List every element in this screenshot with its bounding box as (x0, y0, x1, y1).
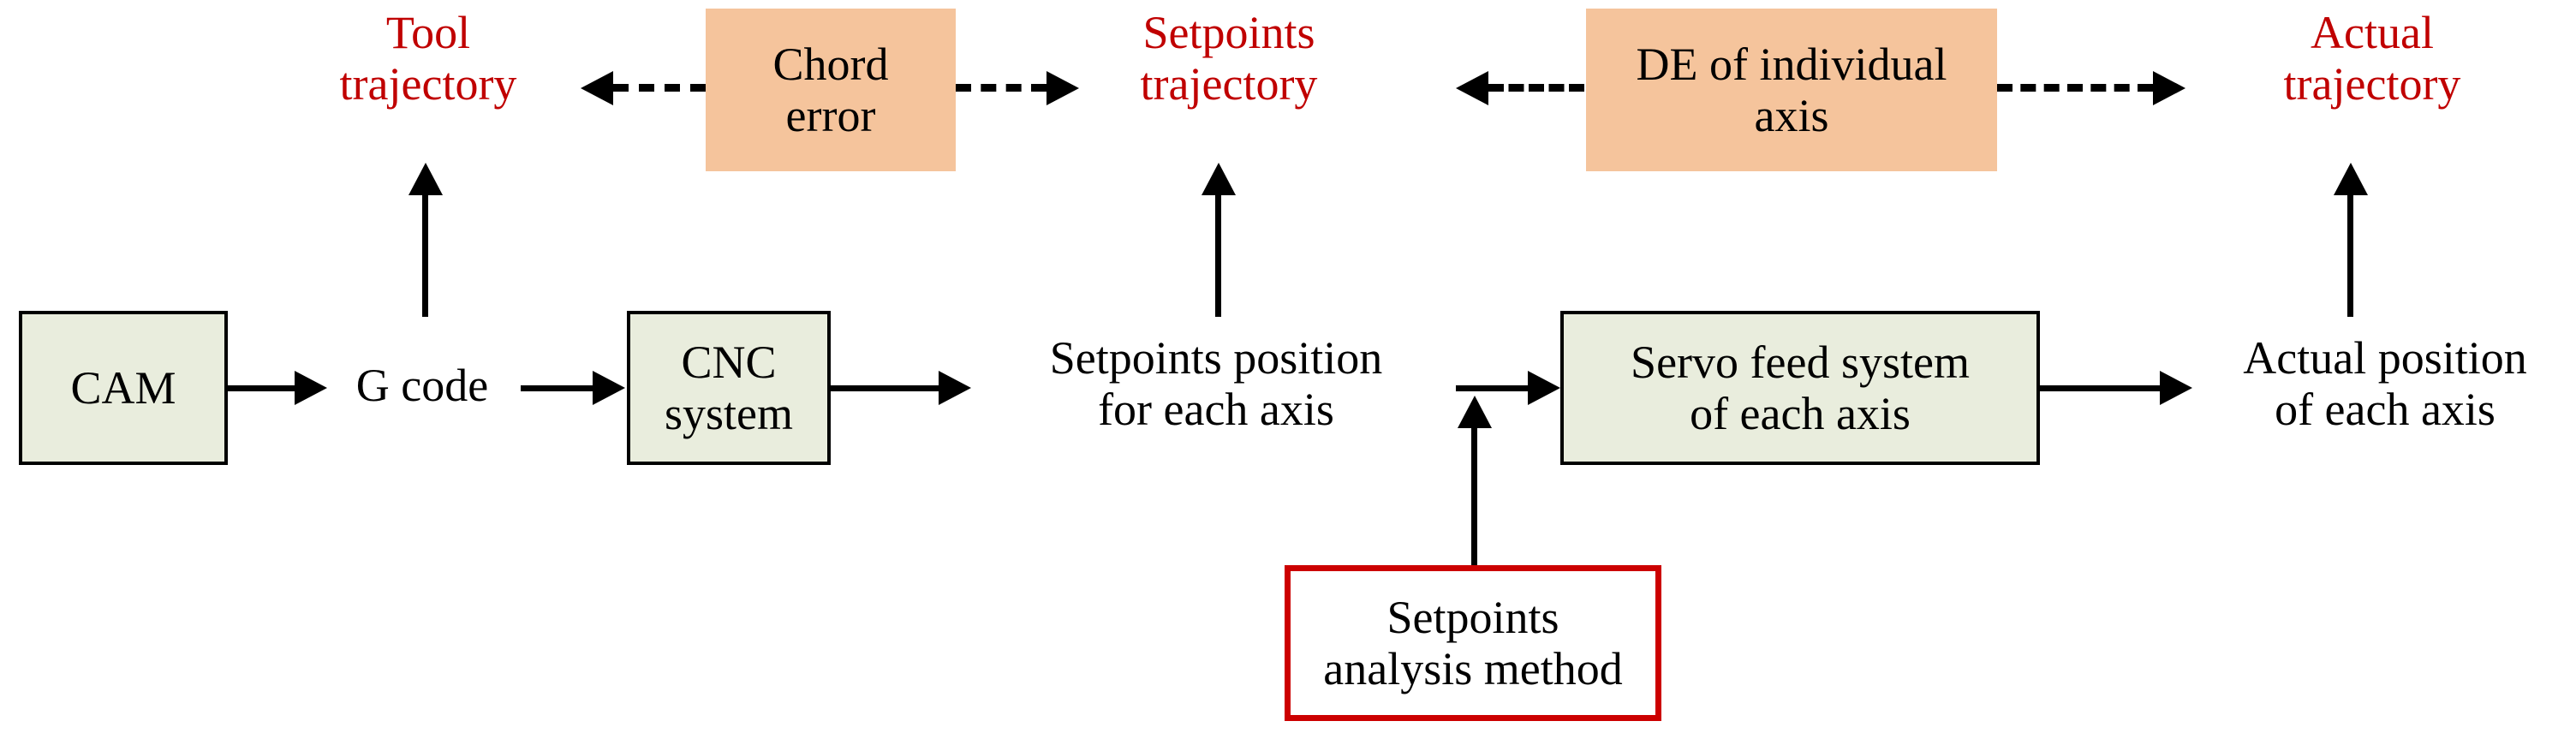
arrowhead-up-to-actual-trajectory (2334, 163, 2368, 195)
box-setpoints-analysis-method[interactable]: Setpoints analysis method (1285, 565, 1661, 721)
connector-gcode-to-cnc (521, 385, 593, 391)
arrowhead-right-to-gcode (295, 371, 327, 405)
connector-cam-to-gcode (228, 385, 295, 391)
arrowhead-right-to-setpoints-position (939, 371, 971, 405)
dashed-connector-de-to-setpoints (1488, 84, 1584, 92)
connector-gcode-to-tool-trajectory (422, 195, 428, 317)
box-chord-error[interactable]: Chord error (706, 9, 956, 171)
arrowhead-left-to-setpoints-trajectory (1456, 71, 1488, 105)
label-setpoints-trajectory: Setpoints trajectory (1140, 7, 1318, 110)
arrowhead-right-to-servo-feed-system (1528, 371, 1560, 405)
arrowhead-left-to-tool-trajectory (581, 71, 613, 105)
arrowhead-right-to-setpoints-trajectory (1046, 71, 1079, 105)
label-g-code: G code (355, 360, 489, 411)
connector-actual-position-to-actual-trajectory (2347, 195, 2353, 317)
label-tool-trajectory: Tool trajectory (339, 7, 517, 110)
flowchart-diagram: Tool trajectory Chord error Setpoints tr… (0, 0, 2576, 733)
arrowhead-right-to-actual-trajectory (2153, 71, 2185, 105)
dashed-connector-chord-to-setpoints (956, 84, 1046, 92)
box-cnc-system[interactable]: CNC system (627, 311, 831, 465)
connector-setpoints-position-to-setpoints-trajectory (1215, 195, 1221, 317)
label-actual-position: Actual position of each axis (2243, 332, 2527, 436)
connector-analysis-method-to-servo-line (1471, 428, 1477, 565)
connector-cnc-to-setpoints-position (831, 385, 939, 391)
arrowhead-right-to-actual-position (2160, 371, 2192, 405)
connector-servo-to-actual-position (2040, 385, 2160, 391)
dashed-connector-de-to-actual (1997, 84, 2153, 92)
box-de-of-individual-axis[interactable]: DE of individual axis (1586, 9, 1997, 171)
arrowhead-up-to-tool-trajectory (408, 163, 443, 195)
arrowhead-up-to-servo-input-line (1458, 396, 1492, 428)
label-setpoints-position: Setpoints position for each axis (1049, 332, 1383, 436)
box-servo-feed-system[interactable]: Servo feed system of each axis (1560, 311, 2040, 465)
arrowhead-right-to-cnc-system (593, 371, 625, 405)
label-actual-trajectory: Actual trajectory (2283, 7, 2461, 110)
box-cam[interactable]: CAM (19, 311, 228, 465)
arrowhead-up-to-setpoints-trajectory (1202, 163, 1236, 195)
dashed-connector-chord-to-tool (613, 84, 706, 92)
